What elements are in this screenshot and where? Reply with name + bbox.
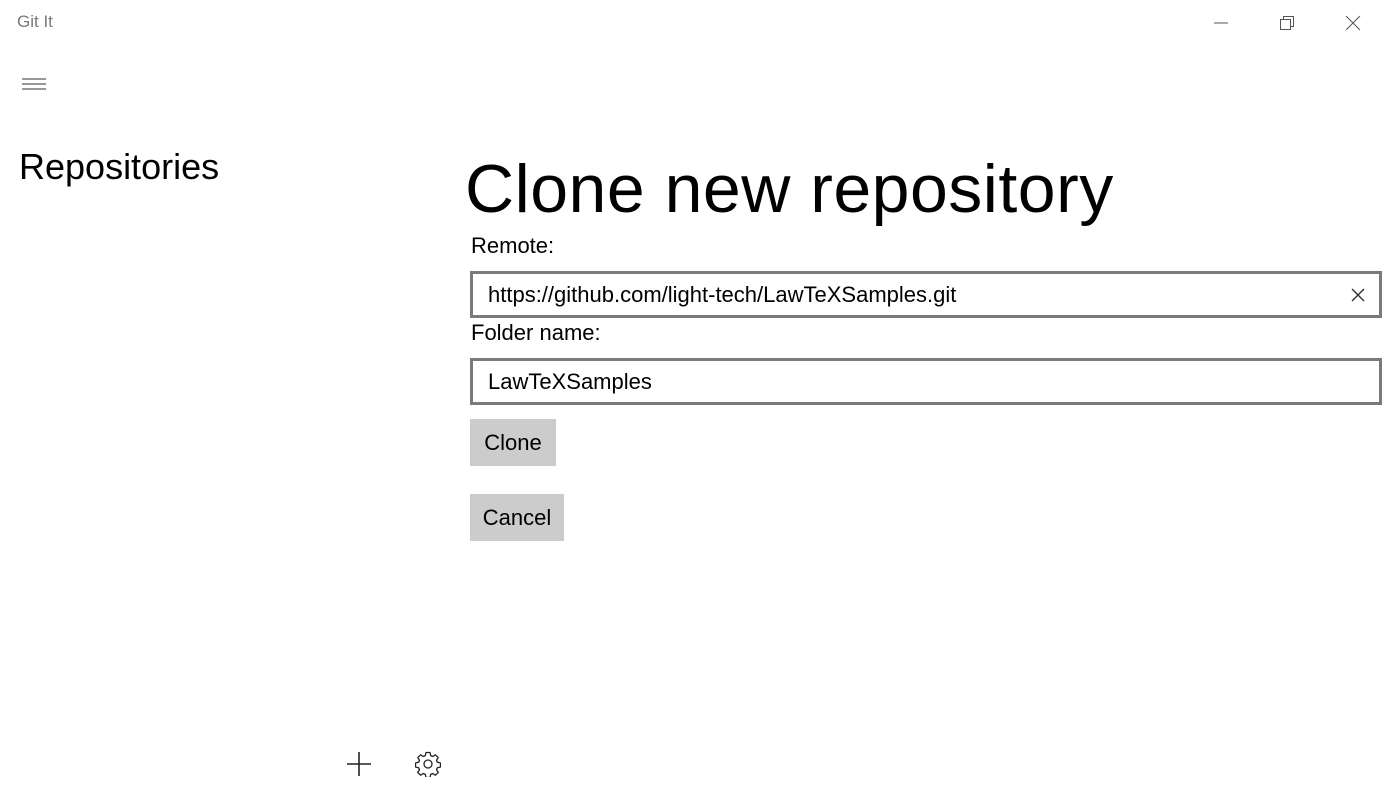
clone-button[interactable]: Clone	[470, 419, 556, 466]
add-repository-button[interactable]	[337, 744, 381, 788]
restore-icon	[1279, 15, 1295, 31]
minimize-icon	[1213, 15, 1229, 31]
close-icon	[1345, 15, 1361, 31]
gear-icon	[414, 751, 442, 782]
settings-button[interactable]	[406, 744, 450, 788]
folder-name-input[interactable]: LawTeXSamples	[470, 358, 1382, 405]
repositories-heading: Repositories	[19, 146, 220, 187]
remote-label: Remote:	[471, 233, 555, 258]
folder-name-input-value: LawTeXSamples	[488, 368, 652, 394]
remote-input-value: https://github.com/light-tech/LawTeXSamp…	[488, 281, 957, 307]
folder-name-label: Folder name:	[471, 320, 601, 345]
app-window: Git It Repositories Clone new repository…	[0, 0, 1389, 810]
plus-icon	[346, 751, 372, 782]
page-title: Clone new repository	[465, 151, 1114, 227]
window-title: Git It	[17, 12, 53, 31]
hamburger-icon	[22, 77, 46, 96]
remote-input[interactable]: https://github.com/light-tech/LawTeXSamp…	[470, 271, 1382, 318]
minimize-button[interactable]	[1188, 0, 1254, 46]
close-button[interactable]	[1320, 0, 1386, 46]
menu-button[interactable]	[14, 68, 54, 104]
cancel-button[interactable]: Cancel	[470, 494, 564, 541]
clear-icon[interactable]	[1337, 274, 1379, 315]
restore-button[interactable]	[1254, 0, 1320, 46]
